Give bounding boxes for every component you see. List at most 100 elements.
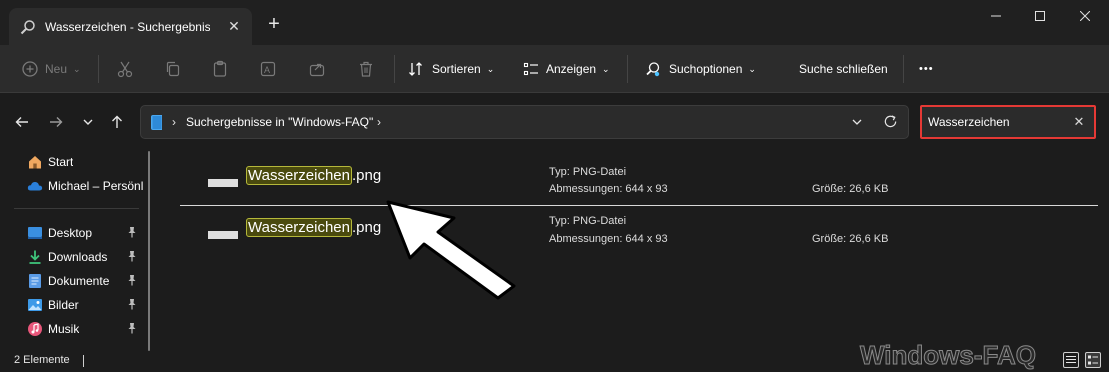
breadcrumb-chevron-icon[interactable]: › — [377, 115, 381, 129]
chevron-down-icon: ⌄ — [73, 63, 81, 74]
sidebar-item-start[interactable]: Start — [0, 151, 148, 173]
search-options-label: Suchoptionen — [669, 62, 743, 76]
breadcrumb[interactable]: Suchergebnisse in "Windows-FAQ" — [186, 115, 373, 129]
file-thumbnail — [208, 231, 238, 239]
chevron-down-icon: ⌄ — [748, 63, 756, 74]
pin-icon — [128, 275, 136, 286]
view-button[interactable]: Anzeigen ⌄ — [523, 45, 610, 93]
sidebar-item-label: Desktop — [48, 226, 93, 240]
new-label: Neu — [45, 62, 68, 76]
add-icon — [22, 61, 38, 77]
pictures-icon — [27, 297, 43, 313]
search-highlight: Wasserzeichen — [246, 166, 352, 185]
music-icon — [27, 321, 43, 337]
search-options-button[interactable]: Suchoptionen ⌄ — [645, 45, 756, 93]
tab-search-results[interactable]: Wasserzeichen - Suchergebnisse in "Windo… — [9, 8, 252, 45]
sidebar-item-desktop[interactable]: Desktop — [0, 222, 148, 244]
arrow-up-icon — [112, 115, 122, 128]
search-input[interactable] — [928, 114, 1068, 130]
details-view-button[interactable] — [1063, 352, 1079, 368]
search-icon — [19, 18, 37, 36]
file-extension: .png — [351, 219, 382, 236]
recent-locations-button[interactable] — [77, 111, 99, 133]
sort-button[interactable]: Sortieren ⌄ — [408, 45, 494, 93]
arrow-right-icon — [50, 117, 63, 127]
sidebar-item-onedrive[interactable]: Michael – Persönl — [0, 175, 148, 197]
address-bar[interactable]: › Suchergebnisse in "Windows-FAQ" › — [140, 105, 909, 139]
divider — [83, 355, 84, 367]
divider — [903, 55, 904, 83]
rename-icon: A — [259, 60, 277, 78]
file-dimensions: Abmessungen: 644 x 93 — [549, 183, 668, 195]
sidebar-item-documents[interactable]: Dokumente — [0, 270, 148, 292]
onedrive-icon — [27, 178, 43, 194]
home-icon — [27, 154, 43, 170]
divider — [14, 208, 139, 209]
copy-button[interactable] — [164, 45, 182, 93]
minimize-button[interactable] — [973, 0, 1019, 32]
search-results: Wasserzeichen .png Typ: PNG-Datei Abmessu… — [160, 151, 1109, 351]
file-size: Größe: 26,6 KB — [812, 183, 889, 195]
address-dropdown-icon[interactable] — [851, 116, 863, 131]
title-bar: Wasserzeichen - Suchergebnisse in "Windo… — [0, 0, 1109, 45]
sort-icon — [408, 61, 424, 77]
file-type: Typ: PNG-Datei — [549, 215, 627, 227]
pin-icon — [128, 299, 136, 310]
file-extension: .png — [351, 167, 382, 184]
more-options-button[interactable]: ••• — [919, 45, 934, 93]
forward-button[interactable] — [45, 111, 67, 133]
share-button[interactable] — [308, 45, 326, 93]
content-view-button[interactable] — [1085, 352, 1101, 368]
view-label: Anzeigen — [546, 62, 597, 76]
file-dimensions: Abmessungen: 644 x 93 — [549, 233, 668, 245]
sidebar-item-label: Start — [48, 155, 74, 169]
breadcrumb-chevron-icon: › — [172, 115, 176, 129]
sidebar-item-label: Bilder — [48, 298, 79, 312]
sidebar-scrollbar[interactable] — [148, 151, 150, 351]
pin-icon — [128, 227, 136, 238]
rename-button[interactable]: A — [259, 45, 277, 93]
divider — [98, 55, 99, 83]
file-size: Größe: 26,6 KB — [812, 233, 889, 245]
paste-button[interactable] — [211, 45, 229, 93]
sidebar-item-label: Dokumente — [48, 274, 110, 288]
new-tab-button[interactable]: + — [263, 14, 285, 36]
sort-label: Sortieren — [432, 62, 481, 76]
tab-title: Wasserzeichen - Suchergebnisse in "Windo… — [45, 19, 210, 34]
downloads-icon — [27, 249, 43, 265]
scissors-icon — [116, 60, 134, 78]
list-item[interactable]: Wasserzeichen .png Typ: PNG-Datei Abmessu… — [180, 157, 1098, 203]
sidebar-item-music[interactable]: Musik — [0, 318, 148, 340]
search-folder-icon — [150, 114, 163, 134]
sidebar-item-label: Musik — [48, 322, 80, 336]
sidebar-item-pictures[interactable]: Bilder — [0, 294, 148, 316]
svg-text:A: A — [264, 65, 270, 75]
close-window-button[interactable] — [1062, 0, 1108, 32]
divider — [627, 55, 628, 83]
new-button[interactable]: Neu ⌄ — [22, 45, 81, 93]
desktop-icon — [27, 225, 43, 241]
sidebar-item-label: Michael – Persönl — [48, 179, 144, 193]
pointer-arrow-icon — [386, 200, 516, 300]
arrow-left-icon — [15, 117, 28, 127]
pin-icon — [128, 251, 136, 262]
cut-button[interactable] — [116, 45, 134, 93]
details-view-icon — [1066, 356, 1076, 363]
trash-icon — [357, 60, 375, 78]
close-search-button[interactable]: Suche schließen — [799, 45, 888, 93]
documents-icon — [27, 273, 43, 289]
list-item[interactable]: Wasserzeichen .png Typ: PNG-Datei Abmessu… — [180, 209, 1098, 255]
chevron-down-icon: ⌄ — [602, 63, 610, 74]
clear-search-icon[interactable]: ✕ — [1071, 114, 1087, 130]
back-button[interactable] — [11, 111, 33, 133]
up-button[interactable] — [106, 111, 128, 133]
refresh-icon[interactable] — [883, 114, 898, 132]
search-box[interactable]: ✕ — [920, 105, 1096, 139]
tab-close-icon[interactable]: ✕ — [226, 18, 242, 34]
file-thumbnail — [208, 179, 238, 187]
sidebar-item-downloads[interactable]: Downloads — [0, 246, 148, 268]
delete-button[interactable] — [357, 45, 375, 93]
paste-icon — [211, 60, 229, 78]
maximize-button[interactable] — [1017, 0, 1063, 32]
view-icon — [523, 61, 539, 77]
